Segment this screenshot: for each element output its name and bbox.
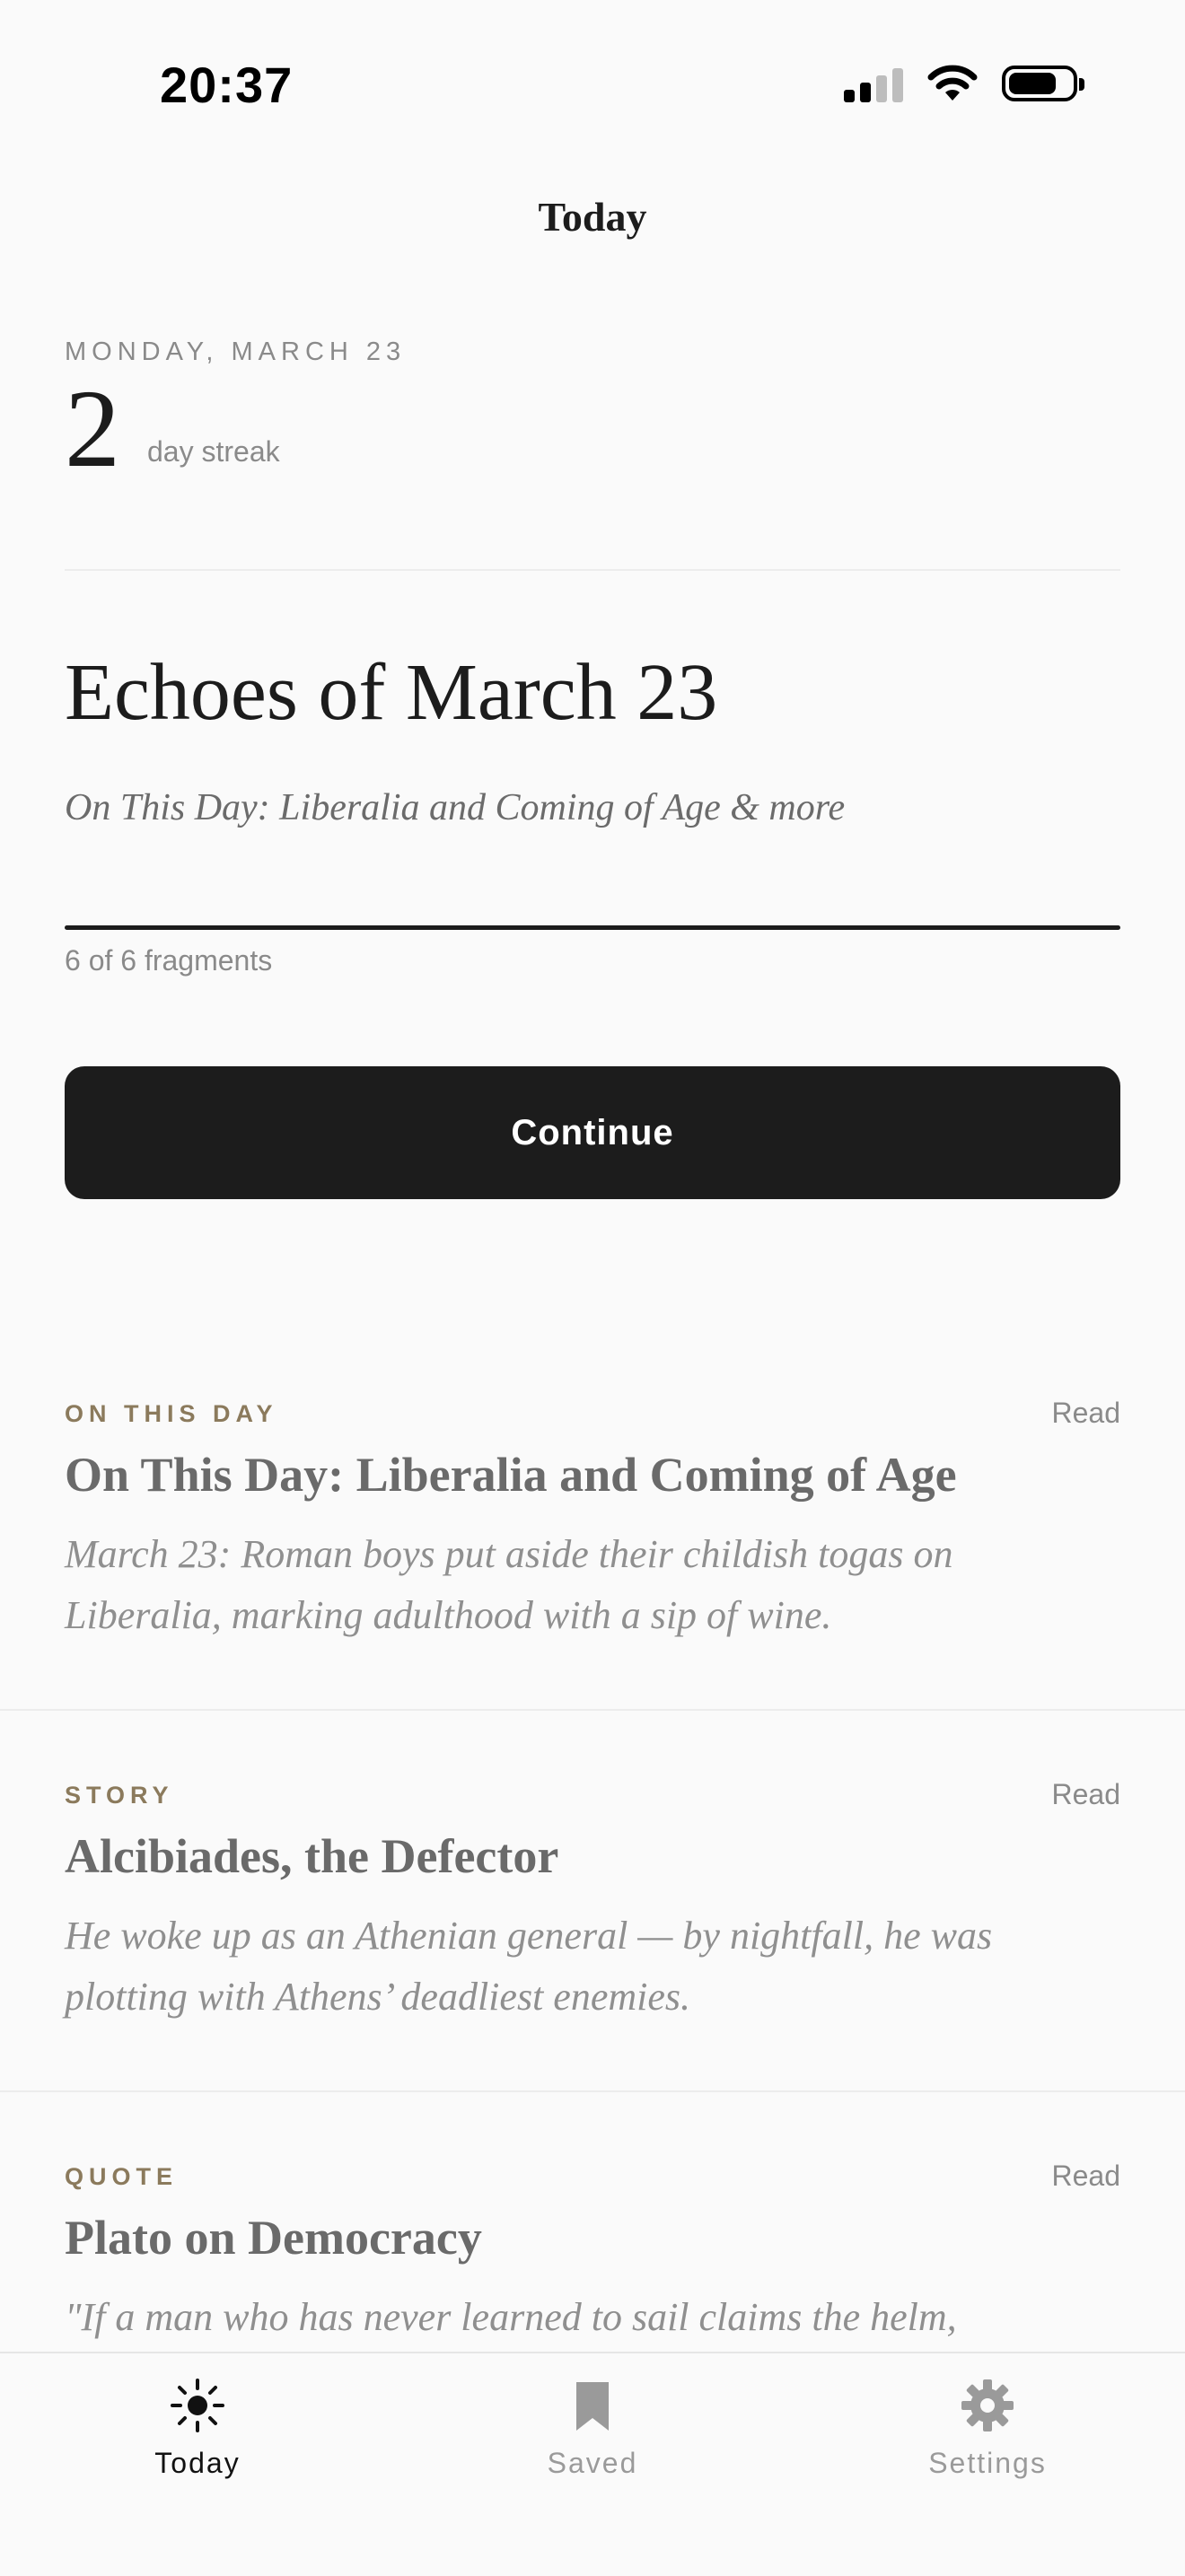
tab-label: Settings [928,2447,1047,2479]
divider [0,1709,1185,1711]
card-description: He woke up as an Athenian general — by n… [65,1914,993,2019]
tab-saved[interactable]: Saved [485,2377,700,2480]
tab-bar: Today Saved Settings [0,2352,1185,2576]
page-title: Today [538,194,647,240]
echo-title: Echoes of March 23 [65,648,718,737]
tab-settings[interactable]: Settings [880,2377,1095,2480]
status-bar: 20:37 [0,0,1185,171]
divider [65,569,1120,571]
status-icons [844,65,1084,102]
tab-label: Today [154,2447,241,2479]
card-category: ON THIS DAY [65,1400,278,1427]
card-title: On This Day: Liberalia and Coming of Age [65,1448,957,1502]
read-link[interactable]: Read [1052,1778,1121,1811]
progress-fill [65,925,1120,930]
gear-icon [961,2379,1014,2431]
card-description: "If a man who has never learned to sail … [65,2295,957,2339]
streak-label: day streak [147,435,280,468]
status-time: 20:37 [160,57,294,113]
date-label: MONDAY, MARCH 23 [65,337,407,366]
continue-button[interactable]: Continue [65,1066,1120,1199]
sun-icon [171,2379,224,2432]
battery-icon [1002,66,1084,101]
bookmark-icon [576,2382,609,2431]
read-link[interactable]: Read [1052,2160,1121,2193]
fragments-progress-bar [65,925,1120,930]
streak-count: 2 [65,367,120,490]
card-on-this-day[interactable]: ON THIS DAY Read On This Day: Liberalia … [0,1382,1185,1711]
progress-label: 6 of 6 fragments [65,944,273,977]
cellular-signal-icon [844,65,903,102]
wifi-icon [927,65,978,101]
streak: 2 day streak [65,373,280,485]
card-title: Alcibiades, the Defector [65,1829,559,1883]
card-category: QUOTE [65,2163,179,2190]
card-category: STORY [65,1782,174,1809]
read-link[interactable]: Read [1052,1397,1121,1430]
tab-label: Saved [547,2447,638,2479]
divider [0,2090,1185,2092]
tab-today[interactable]: Today [90,2377,305,2480]
card-title: Plato on Democracy [65,2211,482,2265]
card-description: March 23: Roman boys put aside their chi… [65,1532,953,1637]
card-story[interactable]: STORY Read Alcibiades, the Defector He w… [0,1764,1185,2092]
echo-subtitle: On This Day: Liberalia and Coming of Age… [65,787,846,828]
card-quote[interactable]: QUOTE Read Plato on Democracy "If a man … [0,2145,1185,2352]
